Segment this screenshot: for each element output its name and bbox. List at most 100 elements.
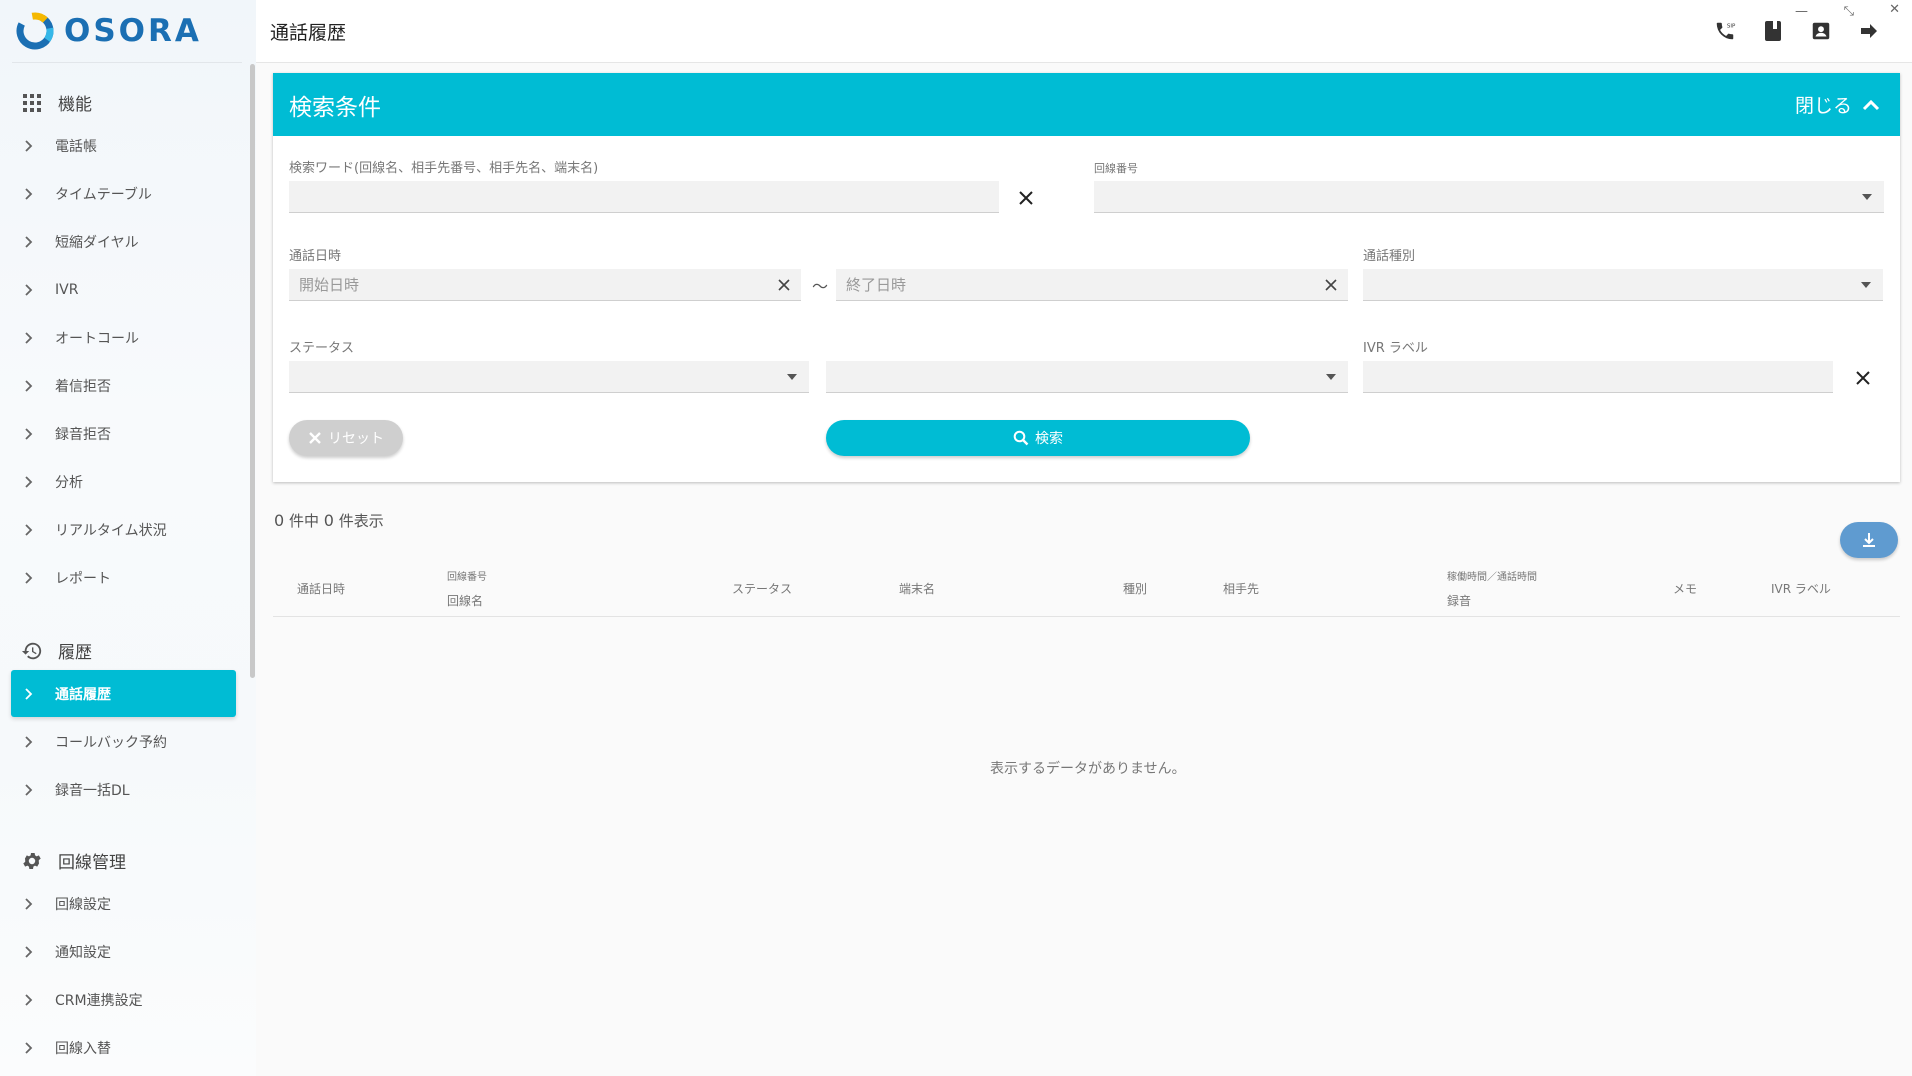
sidebar-item-label: IVR	[55, 281, 79, 298]
col-terminal[interactable]: 端末名	[899, 580, 935, 597]
sidebar-item-crm[interactable]: CRM連携設定	[11, 976, 236, 1023]
contact-icon[interactable]	[1808, 18, 1834, 44]
range-separator: ～	[812, 277, 829, 296]
chevron-right-icon	[25, 783, 39, 796]
phonebook-icon[interactable]	[1760, 18, 1786, 44]
sidebar-scrollbar[interactable]	[250, 64, 255, 678]
clear-start-icon[interactable]	[773, 274, 795, 296]
panel-close-button[interactable]: 閉じる	[1795, 91, 1880, 118]
search-panel-header: 検索条件 閉じる	[273, 73, 1900, 136]
chevron-right-icon	[25, 687, 39, 700]
svg-text:SIP: SIP	[1727, 23, 1736, 29]
sidebar-item-speed-dial[interactable]: 短縮ダイヤル	[11, 218, 236, 265]
reset-label: リセット	[328, 431, 384, 447]
end-datetime-placeholder: 終了日時	[846, 276, 907, 294]
sidebar-item-report[interactable]: レポート	[11, 554, 236, 601]
sidebar-item-callback[interactable]: コールバック予約	[11, 718, 236, 765]
sidebar-item-notify-settings[interactable]: 通知設定	[11, 928, 236, 975]
sidebar-item-label: 通知設定	[55, 944, 111, 961]
chevron-right-icon	[25, 735, 39, 748]
keyword-input[interactable]	[289, 181, 999, 213]
logout-icon[interactable]	[1856, 18, 1882, 44]
chevron-right-icon	[25, 475, 39, 488]
history-icon	[20, 639, 44, 663]
line-number-select[interactable]	[1094, 181, 1884, 213]
chevron-right-icon	[25, 945, 39, 958]
sidebar-item-label: レポート	[55, 570, 111, 587]
panel-title: 検索条件	[289, 94, 381, 121]
sidebar-item-label: 回線設定	[55, 896, 111, 913]
col-recording[interactable]: 録音	[1447, 592, 1471, 609]
gear-icon	[20, 849, 44, 873]
end-datetime-input[interactable]: 終了日時	[836, 269, 1348, 301]
chevron-right-icon	[25, 331, 39, 344]
close-icon	[309, 432, 321, 444]
sidebar-item-autocall[interactable]: オートコール	[11, 314, 236, 361]
minimize-icon[interactable]: —	[1795, 4, 1808, 19]
sidebar-item-record-block[interactable]: 録音拒否	[11, 410, 236, 457]
clear-end-icon[interactable]	[1320, 274, 1342, 296]
sidebar-item-bulk-download[interactable]: 録音一括DL	[11, 766, 236, 813]
top-bar: 通話履歴 SIP — ⤡ ✕	[256, 0, 1912, 63]
sidebar-item-phonebook[interactable]: 電話帳	[11, 122, 236, 169]
page-title: 通話履歴	[270, 22, 347, 44]
close-icon[interactable]: ✕	[1889, 2, 1900, 17]
sidebar-item-label: 録音拒否	[55, 426, 111, 443]
sidebar: OSORA 機能 電話帳 タイムテーブル 短縮ダイヤル IVR オートコール 着…	[0, 0, 256, 1076]
section-title: 履歴	[58, 643, 92, 663]
restore-icon[interactable]: ⤡	[1844, 4, 1854, 19]
chevron-right-icon	[25, 139, 39, 152]
col-call-datetime[interactable]: 通話日時	[297, 580, 345, 597]
keyword-label: 検索ワード(回線名、相手先番号、相手先名、端末名)	[289, 161, 599, 176]
count-total: 0	[274, 511, 285, 530]
ivr-label-input[interactable]	[1363, 361, 1833, 393]
chevron-right-icon	[25, 427, 39, 440]
status-select-2[interactable]	[826, 361, 1348, 393]
sidebar-item-realtime[interactable]: リアルタイム状況	[11, 506, 236, 553]
col-line-name[interactable]: 回線名	[447, 592, 483, 609]
chevron-right-icon	[25, 897, 39, 910]
col-memo[interactable]: メモ	[1673, 580, 1697, 597]
search-icon	[1013, 430, 1029, 446]
sidebar-item-call-history[interactable]: 通話履歴	[11, 670, 236, 717]
sidebar-item-label: コールバック予約	[55, 734, 167, 751]
dropdown-arrow-icon	[1862, 194, 1872, 200]
download-button[interactable]	[1840, 522, 1898, 558]
col-partner[interactable]: 相手先	[1223, 580, 1259, 597]
sidebar-item-ivr[interactable]: IVR	[11, 266, 236, 313]
col-durations[interactable]: 稼働時間／通話時間	[1447, 568, 1537, 583]
download-icon	[1863, 533, 1875, 547]
sidebar-item-label: オートコール	[55, 330, 139, 347]
chevron-right-icon	[25, 235, 39, 248]
sidebar-item-analysis[interactable]: 分析	[11, 458, 236, 505]
search-button[interactable]: 検索	[826, 420, 1250, 456]
sidebar-item-label: リアルタイム状況	[55, 522, 167, 539]
logo: OSORA	[16, 10, 202, 52]
count-suffix: 件表示	[338, 512, 384, 530]
status-select-1[interactable]	[289, 361, 809, 393]
table-header: 通話日時 回線番号 回線名 ステータス 端末名 種別 相手先 稼働時間／通話時間…	[273, 560, 1900, 617]
col-ivr-label[interactable]: IVR ラベル	[1771, 580, 1831, 597]
sidebar-item-label: 通話履歴	[55, 686, 111, 703]
count-mid: 件中	[288, 512, 319, 530]
dropdown-arrow-icon	[1861, 282, 1871, 288]
clear-keyword-icon[interactable]	[1015, 187, 1037, 209]
col-line-number[interactable]: 回線番号	[447, 568, 487, 583]
sidebar-item-label: 短縮ダイヤル	[55, 234, 139, 251]
col-type[interactable]: 種別	[1123, 580, 1147, 597]
reset-button[interactable]: リセット	[289, 420, 403, 456]
sidebar-item-line-settings[interactable]: 回線設定	[11, 880, 236, 927]
call-type-select[interactable]	[1363, 269, 1883, 301]
sidebar-item-timetable[interactable]: タイムテーブル	[11, 170, 236, 217]
clear-ivr-icon[interactable]	[1852, 367, 1874, 389]
sip-phone-icon[interactable]: SIP	[1712, 18, 1738, 44]
col-status[interactable]: ステータス	[732, 580, 792, 597]
panel-close-label: 閉じる	[1794, 95, 1852, 117]
sidebar-item-call-block[interactable]: 着信拒否	[11, 362, 236, 409]
start-datetime-input[interactable]: 開始日時	[289, 269, 801, 301]
chevron-right-icon	[25, 993, 39, 1006]
divider	[12, 62, 242, 63]
start-datetime-placeholder: 開始日時	[299, 276, 360, 294]
sidebar-item-line-swap[interactable]: 回線入替	[11, 1024, 236, 1071]
section-title: 機能	[58, 95, 92, 115]
